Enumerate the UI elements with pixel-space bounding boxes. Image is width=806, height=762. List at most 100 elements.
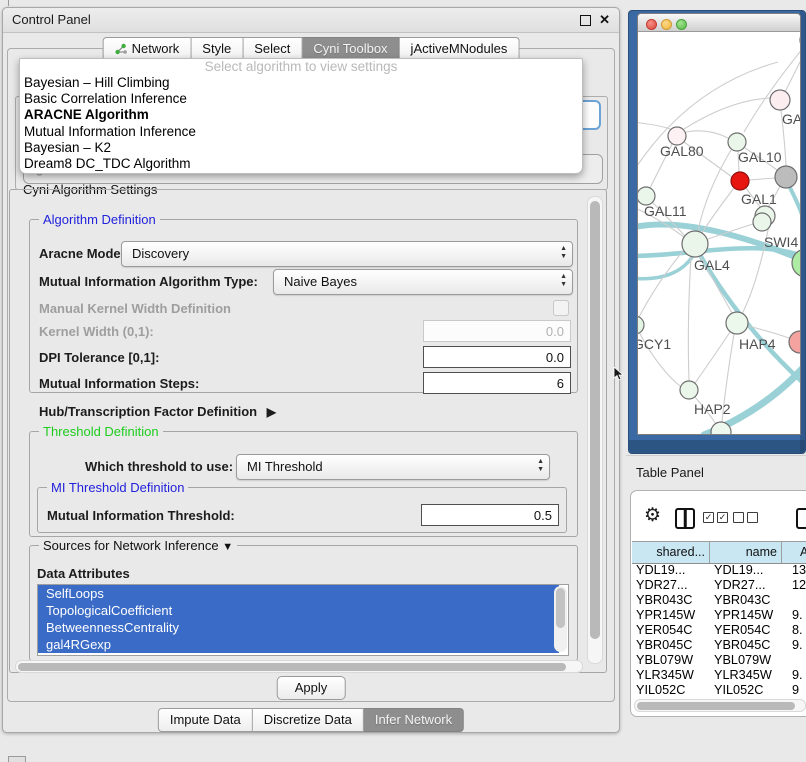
table-row[interactable]: YDL19... YDL19... 13: [632, 563, 806, 578]
mi-type-value: Naive Bayes: [284, 270, 357, 293]
table-horizontal-scrollbar[interactable]: [634, 699, 806, 712]
table-row[interactable]: YER054C YER054C 8.: [632, 623, 806, 638]
mi-type-combo[interactable]: Naive Bayes ▲▼: [273, 269, 573, 295]
network-icon: [115, 43, 128, 58]
column-header-name[interactable]: name: [710, 542, 782, 563]
table-header-row: shared... name A: [632, 541, 806, 564]
network-node-swi4[interactable]: [753, 213, 771, 231]
settings-horizontal-scrollbar[interactable]: [15, 660, 583, 673]
tab-discretize-data[interactable]: Discretize Data: [253, 708, 364, 732]
hub-definition-toggle[interactable]: Hub/Transcription Factor Definition ▶: [39, 404, 276, 419]
table-panel-window: ⚙ ✓ ✓ shared... name A YDL19... YDL19...…: [630, 490, 806, 717]
node-label-hap2: HAP2: [694, 401, 731, 417]
table-row[interactable]: YDR27... YDR27... 12: [632, 578, 806, 593]
close-icon[interactable]: ✕: [599, 12, 610, 28]
mi-threshold-label: Mutual Information Threshold:: [47, 508, 235, 523]
application-root: Control Panel ✕ Network Style Select Cyn…: [0, 0, 806, 762]
table-hscrollbar-thumb[interactable]: [637, 702, 795, 710]
network-node-hap2[interactable]: [680, 381, 698, 399]
expand-right-icon: ▶: [267, 405, 276, 419]
combo-arrows-icon: ▲▼: [560, 245, 567, 261]
network-view-panel: GAL GAL80 GAL10 GAL1 GAL11 GAL4 SWI4 GCY…: [628, 10, 806, 454]
node-label-gcy1: GCY1: [638, 336, 671, 352]
data-attributes-list[interactable]: SelfLoops TopologicalCoefficient Between…: [37, 584, 569, 656]
column-layout-icon[interactable]: [675, 508, 695, 529]
network-node-hap4[interactable]: [726, 312, 748, 334]
control-panel-window: Control Panel ✕ Network Style Select Cyn…: [2, 7, 620, 733]
combo-arrows-icon: ▲▼: [537, 458, 544, 474]
network-node-gal4[interactable]: [682, 231, 708, 257]
select-all-checkbox-icon[interactable]: ✓: [717, 512, 728, 523]
table-body[interactable]: YDL19... YDL19... 13 YDR27... YDR27... 1…: [632, 563, 806, 695]
float-window-icon[interactable]: [580, 15, 591, 26]
dropdown-item-bayesian-hill-climbing[interactable]: Bayesian – Hill Climbing: [20, 75, 582, 91]
table-row[interactable]: YBL079W YBL079W: [632, 653, 806, 668]
network-node-salmon[interactable]: [789, 331, 800, 353]
new-table-file-icon[interactable]: [796, 508, 806, 529]
network-node-gray[interactable]: [775, 166, 797, 188]
attributes-scrollbar-thumb[interactable]: [556, 588, 565, 628]
manual-kernel-label: Manual Kernel Width Definition: [39, 301, 231, 316]
table-row[interactable]: YIL052C YIL052C 9: [632, 683, 806, 695]
minimize-traffic-light-icon[interactable]: [661, 19, 672, 30]
bottom-tabs: Impute Data Discretize Data Infer Networ…: [158, 708, 464, 732]
dropdown-item-basic-correlation[interactable]: Basic Correlation Inference: [20, 91, 582, 107]
dropdown-item-mutual-information[interactable]: Mutual Information Inference: [20, 124, 582, 140]
zoom-traffic-light-icon[interactable]: [676, 19, 687, 30]
settings-scrollbar-thumb[interactable]: [590, 201, 600, 639]
window-edge-tick: [8, 0, 9, 6]
dropdown-placeholder: Select algorithm to view settings: [20, 59, 582, 75]
algorithm-dropdown-popup: Select algorithm to view settings Bayesi…: [19, 58, 583, 174]
table-row[interactable]: YLR345W YLR345W 9.: [632, 668, 806, 683]
table-row[interactable]: YBR043C YBR043C: [632, 593, 806, 608]
panel-title: Control Panel: [12, 8, 91, 32]
apply-button[interactable]: Apply: [277, 676, 346, 700]
attributes-scrollbar[interactable]: [554, 586, 567, 652]
aracne-mode-combo[interactable]: Discovery ▲▼: [121, 241, 573, 267]
deselect-checkbox-icon[interactable]: [747, 512, 758, 523]
network-panel-bottom-shade: [629, 440, 805, 453]
algorithm-definition-legend: Algorithm Definition: [39, 212, 160, 227]
close-traffic-light-icon[interactable]: [646, 19, 657, 30]
table-row[interactable]: YBR045C YBR045C 9.: [632, 638, 806, 653]
network-node-selected-red[interactable]: [731, 172, 749, 190]
dpi-tolerance-label: DPI Tolerance [0,1]:: [39, 350, 159, 365]
network-canvas[interactable]: GAL GAL80 GAL10 GAL1 GAL11 GAL4 SWI4 GCY…: [638, 32, 800, 434]
table-row[interactable]: YPR145W YPR145W 9.: [632, 608, 806, 623]
column-header-shared[interactable]: shared...: [632, 542, 710, 563]
network-node-gcy1[interactable]: [638, 316, 644, 334]
gear-icon[interactable]: ⚙: [644, 504, 661, 527]
node-label-gal10: GAL10: [738, 149, 782, 165]
network-node[interactable]: [770, 90, 790, 110]
attribute-item-selfloops[interactable]: SelfLoops: [38, 585, 559, 602]
attribute-item-gal4rgexp[interactable]: gal4RGexp: [38, 636, 559, 653]
mi-type-label: Mutual Information Algorithm Type:: [39, 274, 258, 289]
table-panel-title: Table Panel: [636, 465, 704, 480]
node-label-swi4: SWI4: [764, 234, 798, 250]
kernel-width-field[interactable]: 0.0: [423, 320, 571, 342]
mi-steps-field[interactable]: 6: [423, 372, 571, 394]
collapse-down-icon: ▼: [222, 541, 233, 553]
attribute-item-topologicalcoefficient[interactable]: TopologicalCoefficient: [38, 602, 559, 619]
settings-vertical-scrollbar[interactable]: [587, 196, 603, 664]
dropdown-item-aracne[interactable]: ARACNE Algorithm: [20, 107, 582, 123]
column-header-partial[interactable]: A: [782, 542, 806, 563]
mi-threshold-field[interactable]: 0.5: [421, 504, 559, 526]
mouse-cursor: [613, 367, 624, 382]
sources-legend[interactable]: Sources for Network Inference ▼: [39, 538, 237, 553]
deselect-checkbox-icon[interactable]: [733, 512, 744, 523]
collapsed-panel-stub[interactable]: [8, 756, 26, 762]
dropdown-item-bayesian-k2[interactable]: Bayesian – K2: [20, 140, 582, 156]
node-label-gal1: GAL1: [741, 191, 777, 207]
tab-impute-data[interactable]: Impute Data: [158, 708, 253, 732]
select-all-checkbox-icon[interactable]: ✓: [703, 512, 714, 523]
tab-infer-network[interactable]: Infer Network: [364, 708, 464, 732]
panel-divider: [626, 455, 806, 456]
manual-kernel-checkbox[interactable]: [553, 300, 569, 316]
dropdown-item-dream8[interactable]: Dream8 DC_TDC Algorithm: [20, 156, 582, 172]
settings-hscrollbar-thumb[interactable]: [18, 663, 566, 671]
which-threshold-combo[interactable]: MI Threshold ▲▼: [236, 454, 550, 480]
dpi-tolerance-field[interactable]: 0.0: [423, 346, 571, 368]
node-label-gal11: GAL11: [644, 203, 687, 219]
attribute-item-betweennesscentrality[interactable]: BetweennessCentrality: [38, 619, 559, 636]
